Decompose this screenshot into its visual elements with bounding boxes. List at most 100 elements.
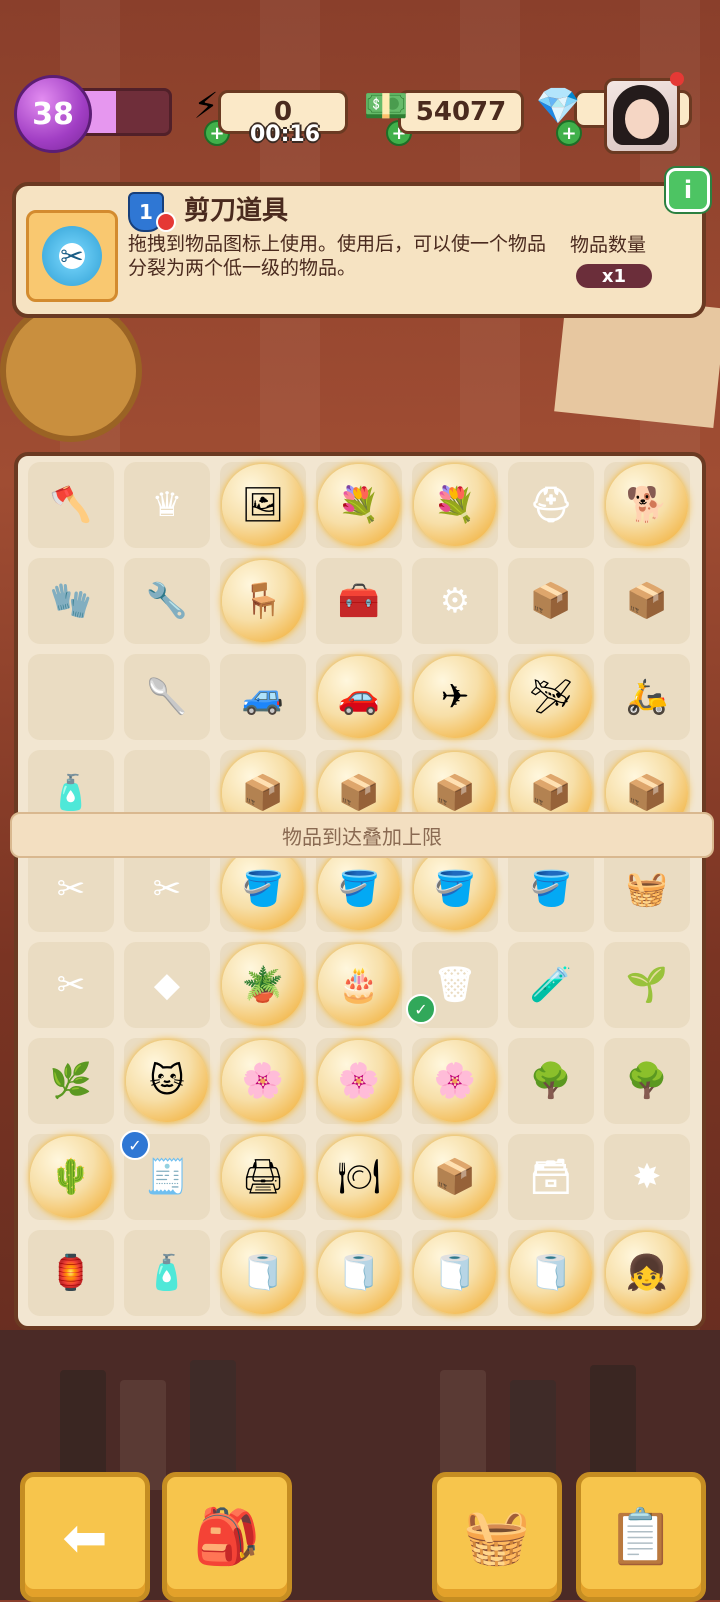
pruning-shears-icon: ✂: [56, 965, 86, 1005]
player-avatar[interactable]: [604, 78, 680, 154]
board-cell[interactable]: 🌳: [604, 1038, 690, 1124]
blossom-tree-icon: 🌸: [318, 1040, 400, 1122]
board-cell[interactable]: ✂: [124, 846, 210, 932]
toy-plane-icon: ✈: [414, 656, 496, 738]
board-cell[interactable]: 🗑 ✓: [406, 942, 498, 1028]
board-cell[interactable]: 🔧: [124, 558, 210, 644]
board-cell[interactable]: 🖨: [220, 1134, 306, 1220]
towel-icon: 🧻: [510, 1232, 592, 1314]
board-cell[interactable]: 🪣: [412, 846, 498, 932]
sprout-icon: 🌱: [625, 965, 669, 1005]
board-cell[interactable]: 🧾 ✓: [120, 1130, 210, 1220]
bonsai-small-icon: 🌳: [625, 1061, 669, 1101]
board-cell[interactable]: 🚙: [220, 654, 306, 740]
board-cell[interactable]: 📦: [604, 558, 690, 644]
board-cell[interactable]: 🛩: [508, 654, 594, 740]
board-cell[interactable]: 🌳: [508, 1038, 594, 1124]
board-cell[interactable]: 👧: [604, 1230, 690, 1316]
cash-icon: 💵: [363, 86, 409, 127]
board-cell[interactable]: 🌵: [28, 1134, 114, 1220]
board-cell[interactable]: 🎂: [316, 942, 402, 1028]
board-cell[interactable]: ⛑: [508, 462, 594, 548]
lightning-icon: ⚡: [193, 85, 219, 127]
merge-board: 🪓 ♛ 🖼 💐 💐 ⛑ 🐕 🧤 🔧 🪑 🧰 ⚙ 📦 📦 🥄 🚙 🚗 ✈ 🛩 🛵 🧴 📦 📦 📦 📦 📦 ✂ ✂ 🪣 🪣 🪣 🪣 🧺 ✂ ◆ 🪴 🎂 🗑 ✓ 🧪…: [14, 452, 706, 1330]
board-cell[interactable]: 🧻: [508, 1230, 594, 1316]
board-cell[interactable]: 🧻: [220, 1230, 306, 1316]
yellow-basket-icon: 🧺: [625, 869, 669, 909]
board-cell[interactable]: 🧪: [508, 942, 594, 1028]
board-cell[interactable]: 🧺: [604, 846, 690, 932]
towel-icon: 🧻: [414, 1232, 496, 1314]
board-cell[interactable]: ⚙: [412, 558, 498, 644]
trowel-icon: 🔧: [145, 581, 189, 621]
item-count-value: x1: [576, 264, 652, 288]
yellow-bucket-icon: 🪣: [529, 869, 573, 909]
flat-boxes-icon: 📦: [625, 581, 669, 621]
board-cell[interactable]: 📦: [412, 1134, 498, 1220]
board-cell[interactable]: 🖼: [220, 462, 306, 548]
backpack-icon: 🎒: [193, 1505, 261, 1568]
board-cell[interactable]: 🚗: [316, 654, 402, 740]
board-cell[interactable]: 🪓: [28, 462, 114, 548]
girl-portrait-icon: 👧: [606, 1232, 688, 1314]
red-gloves-icon: 🧤: [49, 581, 93, 621]
board-cell[interactable]: ✸: [604, 1134, 690, 1220]
board-cell[interactable]: 🌸: [220, 1038, 306, 1124]
arrow-left-icon: ⬅: [62, 1505, 108, 1569]
flower-bouquet-icon: 💐: [318, 464, 400, 546]
board-cell[interactable]: 🌸: [412, 1038, 498, 1124]
basket-icon: 🧺: [463, 1505, 531, 1568]
board-cell[interactable]: 🧰: [316, 558, 402, 644]
board-cell[interactable]: 📦: [508, 558, 594, 644]
back-button[interactable]: ⬅: [20, 1472, 150, 1602]
gem-icon: 💎: [535, 86, 581, 127]
board-cell[interactable]: 🧻: [412, 1230, 498, 1316]
cleaner-bottle-icon: 🧴: [145, 1253, 189, 1293]
board-cell[interactable]: ✂: [28, 846, 114, 932]
red-axe-icon: 🪓: [49, 485, 93, 525]
board-cell[interactable]: 🪣: [316, 846, 402, 932]
level-badge[interactable]: 38: [14, 75, 92, 153]
board-cell[interactable]: 🪑: [220, 558, 306, 644]
dog-icon: 🐕: [606, 464, 688, 546]
board-cell[interactable]: 🛵: [604, 654, 690, 740]
board-cell[interactable]: 🥄: [124, 654, 210, 740]
backpack-button[interactable]: 🎒: [162, 1472, 292, 1602]
board-cell[interactable]: 🗃: [508, 1134, 594, 1220]
board-cell[interactable]: [28, 654, 114, 740]
cake-stand-icon: 🎂: [318, 944, 400, 1026]
board-cell[interactable]: 💐: [412, 462, 498, 548]
cash-value: 54077: [415, 97, 507, 127]
board-cell[interactable]: ✈: [412, 654, 498, 740]
item-info-panel: ✂ 1 剪刀道具 拖拽到物品图标上使用。使用后，可以使一个物品分裂为两个低一级的…: [12, 182, 706, 318]
mud-box-icon: 📦: [414, 1136, 496, 1218]
shovel-icon: 🥄: [145, 677, 189, 717]
board-cell[interactable]: 🍽: [316, 1134, 402, 1220]
item-title: 剪刀道具: [184, 196, 289, 226]
board-cell[interactable]: 🐕: [604, 462, 690, 548]
fertilizer-icon: 🧪: [529, 965, 573, 1005]
board-cell[interactable]: 🧤: [28, 558, 114, 644]
board-cell[interactable]: 🪣: [220, 846, 306, 932]
board-cell[interactable]: 💐: [316, 462, 402, 548]
board-cell[interactable]: 🧴: [124, 1230, 210, 1316]
board-cell[interactable]: ◆: [124, 942, 210, 1028]
board-cell[interactable]: 🧻: [316, 1230, 402, 1316]
bucket-icon: 🪣: [414, 848, 496, 930]
item-level-value: 1: [139, 200, 153, 224]
board-cell[interactable]: 🌿: [28, 1038, 114, 1124]
board-cell[interactable]: 🐱: [124, 1038, 210, 1124]
board-cell[interactable]: 🏮: [28, 1230, 114, 1316]
board-cell[interactable]: 🌸: [316, 1038, 402, 1124]
board-cell[interactable]: 🪣: [508, 846, 594, 932]
board-cell[interactable]: 🪴: [220, 942, 306, 1028]
tasks-button[interactable]: 📋: [576, 1472, 706, 1602]
board-cell[interactable]: 🌱: [604, 942, 690, 1028]
board-cell[interactable]: ✂: [28, 942, 114, 1028]
bonsai-icon: 🌳: [529, 1061, 573, 1101]
board-cell[interactable]: ♛: [124, 462, 210, 548]
top-bar: 38 ⚡ + 0 00:16 💵 + 54077 💎 + 3: [0, 70, 720, 160]
info-button[interactable]: i: [666, 168, 710, 212]
faded-crown-icon: ♛: [151, 485, 183, 525]
basket-button[interactable]: 🧺: [432, 1472, 562, 1602]
